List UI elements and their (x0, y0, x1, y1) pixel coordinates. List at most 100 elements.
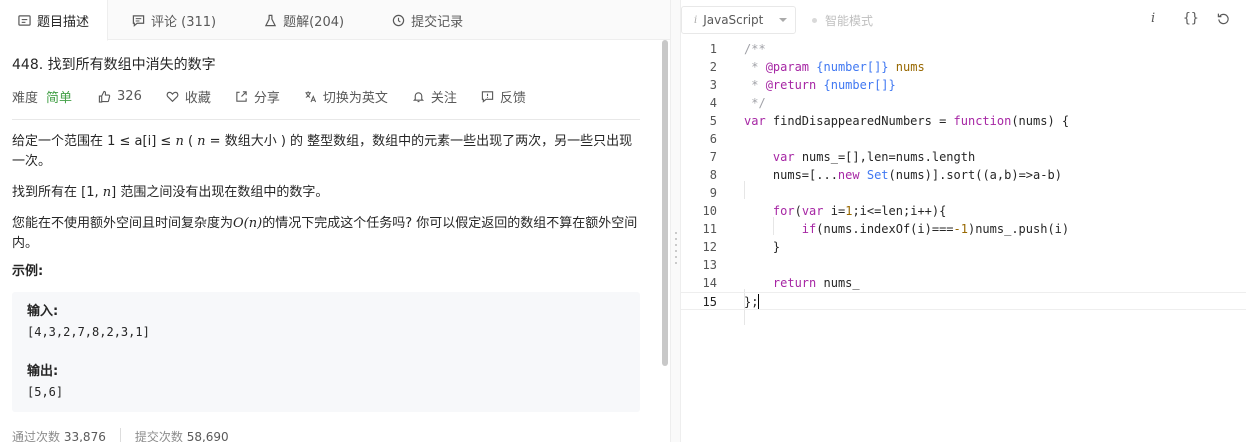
history-icon (392, 14, 405, 26)
code-line: 10 for(var i=1;i<=len;i++){ (681, 202, 1246, 220)
problem-meta: 难度 简单 326 收藏 分享 切换为英文 关注 反馈 (12, 84, 640, 120)
text: 给定一个范围在 1 ≤ a[i] ≤ (12, 134, 176, 149)
bell-icon (412, 92, 424, 103)
line-number: 1 (709, 42, 717, 56)
language-value: JavaScript (703, 13, 764, 27)
code-line: 6 (681, 130, 1246, 148)
like-count: 326 (117, 89, 142, 104)
feedback-icon (481, 91, 494, 103)
editor-toolbar: i JavaScript 智能模式 i {} (681, 0, 1246, 40)
code-line: 12 } (681, 238, 1246, 256)
example-block: 输入: [4,3,2,7,8,2,3,1] 输出: [5,6] (12, 292, 640, 412)
line-number: 13 (702, 258, 717, 272)
translate-icon (305, 91, 316, 103)
line-number: 11 (702, 222, 717, 236)
tab-label: 评论 (311) (151, 14, 217, 30)
tab-solutions[interactable]: 题解(204) (240, 0, 368, 40)
translate-button[interactable]: 切换为英文 (304, 87, 388, 106)
example-output-value: [5,6] (27, 385, 64, 399)
line-number: 6 (709, 132, 717, 146)
panel-splitter[interactable] (670, 0, 681, 442)
comment-icon (132, 14, 145, 27)
example-input-label: 输入: (27, 304, 59, 319)
problem-title: 448. 找到所有数组中消失的数字 (12, 57, 216, 73)
smart-mode-toggle[interactable]: 智能模式 (812, 12, 873, 29)
text: ] 范围之间没有出现在数组中的数字。 (111, 185, 329, 200)
status-dot-icon (812, 18, 817, 23)
description-paragraph: 给定一个范围在 1 ≤ a[i] ≤ n ( n = 数组大小 ) 的 整型数组… (12, 132, 640, 172)
share-button[interactable]: 分享 (235, 87, 280, 106)
passed-stat: 通过次数 33,876 (12, 428, 106, 442)
code-line: 5 var findDisappearedNumbers = function(n… (681, 112, 1246, 130)
code-editor[interactable]: 1/** 2 * @param {number[]} nums 3 * @ret… (681, 40, 1246, 442)
passed-count: 33,876 (63, 430, 106, 442)
code-line: 11 if(nums.indexOf(i)===-1)nums_.push(i) (681, 220, 1246, 238)
text: ( (183, 134, 198, 149)
line-number: 5 (709, 114, 717, 128)
translate-label: 切换为英文 (322, 91, 388, 106)
drag-handle-icon[interactable] (675, 232, 677, 268)
description-paragraph: 您能在不使用额外空间且时间复杂度为O(n)的情况下完成这个任务吗? 你可以假定返… (12, 214, 640, 254)
math-n: n (197, 134, 206, 149)
share-icon (236, 91, 247, 102)
submitted-stat: 提交次数 58,690 (135, 428, 229, 442)
line-number: 9 (709, 186, 717, 200)
example-heading: 示例: (12, 264, 44, 279)
editor-panel: i JavaScript 智能模式 i {} 1/** 2 * @param {… (681, 0, 1246, 442)
feedback-button[interactable]: 反馈 (481, 87, 526, 106)
code-line: 8 nums=[...new Set(nums)].sort((a,b)=>a-… (681, 166, 1246, 184)
difficulty-badge: 简单 (46, 91, 73, 106)
follow-button[interactable]: 关注 (412, 87, 457, 106)
problem-content: 448. 找到所有数组中消失的数字 难度 简单 326 收藏 分享 切换为英文 (12, 40, 640, 412)
submitted-count: 58,690 (186, 430, 229, 442)
feedback-label: 反馈 (499, 91, 526, 106)
line-number: 12 (702, 240, 717, 254)
submission-stats: 通过次数 33,876 提交次数 58,690 (12, 428, 229, 442)
tab-submissions[interactable]: 提交记录 (368, 0, 487, 40)
line-number: 15 (702, 295, 717, 309)
code-line: 9 (681, 184, 1246, 202)
line-number: 7 (709, 150, 717, 164)
line-number: 2 (709, 60, 717, 74)
info-small-icon: i (694, 14, 698, 26)
info-icon[interactable]: i (1151, 11, 1155, 26)
tab-comments[interactable]: 评论 (311) (108, 0, 240, 40)
code-line: 4 */ (681, 94, 1246, 112)
description-paragraph: 找到所有在 [1, n] 范围之间没有出现在数组中的数字。 (12, 183, 640, 203)
like-button[interactable]: 326 (98, 89, 142, 104)
submitted-label: 提交次数 (134, 430, 183, 442)
line-number: 3 (709, 78, 717, 92)
reset-icon[interactable] (1217, 12, 1230, 29)
math-complexity: O(n) (233, 216, 263, 231)
tab-label: 题目描述 (37, 14, 90, 30)
description-icon (18, 14, 31, 26)
favorite-button[interactable]: 收藏 (166, 87, 211, 106)
line-number: 8 (709, 168, 717, 182)
problem-tabs: 题目描述 评论 (311) 题解(204) 提交记录 (0, 0, 670, 41)
scrollbar-thumb[interactable] (662, 40, 668, 366)
example-input-value: [4,3,2,7,8,2,3,1] (27, 325, 150, 339)
braces-icon[interactable]: {} (1183, 11, 1199, 26)
tab-description[interactable]: 题目描述 (0, 0, 109, 41)
solution-flask-icon (264, 14, 277, 26)
text: 找到所有在 [1, (12, 185, 103, 200)
line-number: 10 (702, 204, 717, 218)
text: 您能在不使用额外空间且时间复杂度为 (12, 216, 234, 231)
tab-label: 题解(204) (283, 14, 345, 30)
smart-mode-label: 智能模式 (825, 14, 874, 28)
heart-icon (166, 91, 179, 103)
line-number: 4 (709, 96, 717, 110)
chevron-down-icon (779, 18, 787, 22)
text-cursor (758, 294, 760, 309)
code-line-current: 15}; (681, 292, 1246, 310)
code-line: 1/** (681, 40, 1246, 58)
language-select[interactable]: i JavaScript (681, 6, 796, 34)
code-line: 2 * @param {number[]} nums (681, 58, 1246, 76)
code-line: 13 (681, 256, 1246, 274)
difficulty-label: 难度 (12, 91, 39, 106)
problem-description: 给定一个范围在 1 ≤ a[i] ≤ n ( n = 数组大小 ) 的 整型数组… (12, 132, 640, 282)
tab-label: 提交记录 (411, 14, 464, 30)
passed-label: 通过次数 (12, 430, 61, 442)
math-n: n (175, 134, 184, 149)
problem-panel: 题目描述 评论 (311) 题解(204) 提交记录 448. 找到所有数组中消… (0, 0, 670, 442)
